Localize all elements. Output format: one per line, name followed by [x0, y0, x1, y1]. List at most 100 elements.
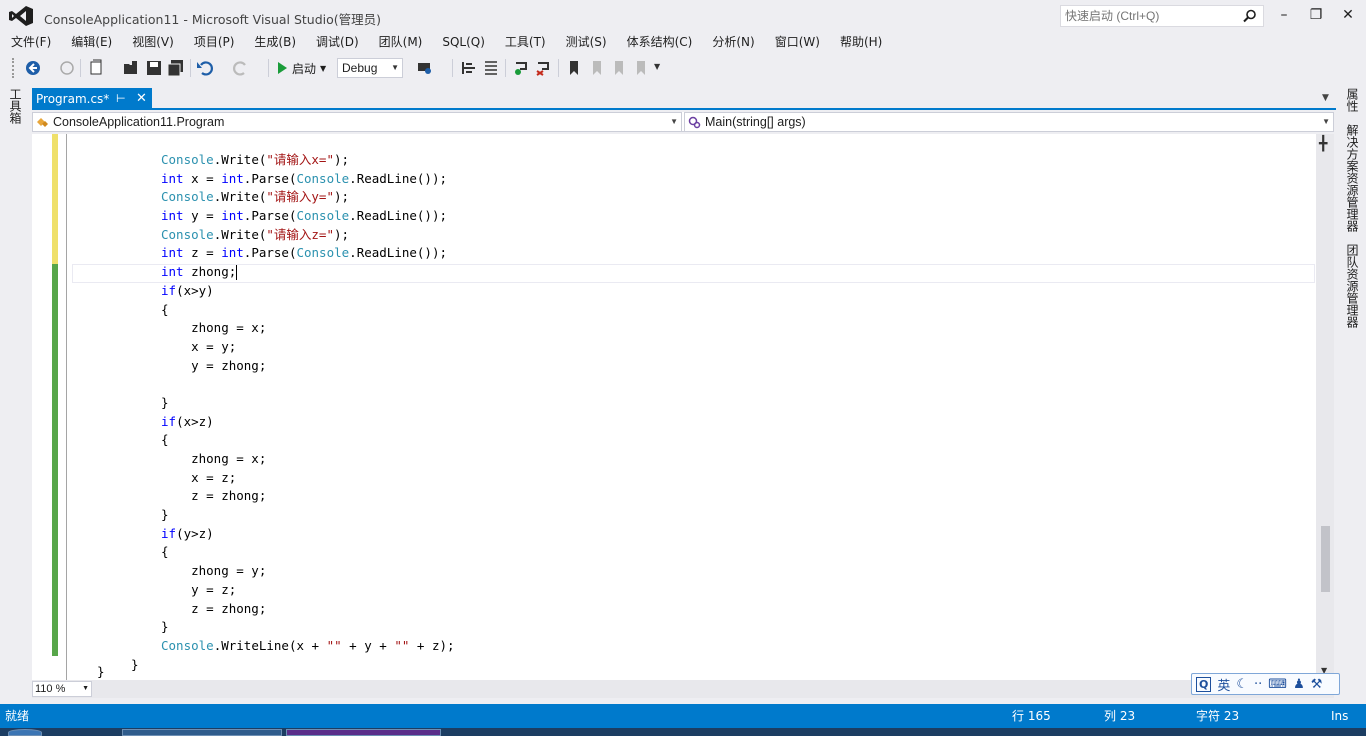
moon-icon[interactable]: ☾ — [1236, 677, 1248, 692]
new-project-icon[interactable] — [88, 59, 106, 77]
ime-language[interactable]: 英 — [1217, 675, 1230, 694]
code-line[interactable]: if(x>z) — [161, 413, 455, 432]
horizontal-scrollbar[interactable]: 110 % ▼ — [32, 680, 1334, 698]
code-line[interactable]: { — [161, 301, 455, 320]
start-orb-icon[interactable] — [8, 729, 42, 736]
code-line[interactable]: int y = int.Parse(Console.ReadLine()); — [161, 207, 455, 226]
close-icon[interactable]: ✕ — [136, 88, 147, 110]
menu-help[interactable]: 帮助(H) — [829, 32, 891, 52]
menu-test[interactable]: 测试(S) — [555, 32, 616, 52]
code-line[interactable]: } — [161, 394, 455, 413]
code-line[interactable] — [161, 375, 455, 394]
code-line[interactable]: zhong = x; — [161, 450, 455, 469]
tab-program-cs[interactable]: Program.cs* ⊢ ✕ — [32, 88, 152, 110]
solution-explorer-tab[interactable]: 解决方案资源管理器 — [1345, 124, 1359, 232]
keyboard-icon[interactable]: ⌨ — [1268, 677, 1287, 692]
align-left-icon[interactable] — [460, 59, 478, 77]
undo-icon[interactable] — [196, 59, 214, 77]
search-icon[interactable] — [1243, 9, 1257, 23]
team-explorer-tab[interactable]: 团队资源管理器 — [1345, 244, 1359, 328]
code-token: .Write( — [213, 189, 267, 205]
menu-team[interactable]: 团队(M) — [368, 32, 432, 52]
code-line[interactable]: Console.Write("请输入x="); — [161, 151, 455, 170]
start-debugging-button[interactable]: 启动 ▼ — [276, 58, 326, 78]
redo-icon[interactable] — [232, 59, 250, 77]
code-line[interactable]: } — [161, 506, 455, 525]
code-line[interactable]: } — [131, 656, 455, 675]
indicator-margin[interactable] — [32, 134, 52, 680]
code-line[interactable]: z = zhong; — [161, 487, 455, 506]
toolbar-grip[interactable] — [12, 58, 15, 78]
code-editor[interactable]: Console.Write("请输入x="); int x = int.Parse… — [32, 134, 1334, 680]
find-in-files-icon[interactable] — [416, 59, 434, 77]
menu-edit[interactable]: 编辑(E) — [60, 32, 121, 52]
quick-launch-box[interactable] — [1060, 5, 1264, 27]
code-line[interactable]: y = z; — [161, 581, 455, 600]
menu-architecture[interactable]: 体系结构(C) — [616, 32, 702, 52]
menu-sql[interactable]: SQL(Q) — [431, 32, 494, 52]
code-line[interactable]: int z = int.Parse(Console.ReadLine()); — [161, 244, 455, 263]
solution-configuration-dropdown[interactable]: Debug ▼ — [337, 58, 403, 78]
code-line[interactable]: Console.Write("请输入z="); — [161, 226, 455, 245]
menu-window[interactable]: 窗口(W) — [764, 32, 829, 52]
punctuation-icon[interactable]: ·· — [1254, 677, 1262, 692]
type-dropdown[interactable]: ConsoleApplication11.Program ▼ — [32, 112, 682, 132]
code-line[interactable]: zhong = x; — [161, 319, 455, 338]
restore-button[interactable]: ❐ — [1302, 4, 1330, 26]
toolbox-tab[interactable]: 工具箱 — [8, 88, 22, 124]
code-line[interactable]: { — [161, 543, 455, 562]
code-line[interactable]: zhong = y; — [161, 562, 455, 581]
code-line[interactable]: int zhong; — [161, 263, 455, 282]
navigate-forward-icon[interactable] — [58, 59, 76, 77]
code-line[interactable]: if(y>z) — [161, 525, 455, 544]
wrench-icon[interactable]: ⚒ — [1311, 677, 1323, 692]
previous-bookmark-icon[interactable] — [588, 59, 606, 77]
menu-build[interactable]: 生成(B) — [243, 32, 305, 52]
code-line[interactable]: { — [161, 431, 455, 450]
zoom-dropdown[interactable]: 110 % ▼ — [32, 681, 92, 697]
code-line[interactable]: x = y; — [161, 338, 455, 357]
code-token: Console — [161, 189, 214, 205]
code-line[interactable]: Console.WriteLine(x + "" + y + "" + z); — [161, 637, 455, 656]
navigate-back-icon[interactable] — [24, 59, 42, 77]
save-all-icon[interactable] — [167, 59, 185, 77]
pin-icon[interactable]: ⊢ — [116, 88, 126, 110]
ime-toolbar[interactable]: Q 英 ☾ ·· ⌨ ♟ ⚒ — [1191, 673, 1340, 695]
code-text[interactable]: Console.Write("请输入x="); int x = int.Parse… — [131, 151, 455, 675]
properties-tab[interactable]: 属性 — [1345, 88, 1359, 112]
user-icon[interactable]: ♟ — [1293, 677, 1305, 692]
member-dropdown[interactable]: Main(string[] args) ▼ — [684, 112, 1334, 132]
comment-lines-icon[interactable] — [482, 59, 500, 77]
code-line[interactable]: Console.Write("请输入y="); — [161, 188, 455, 207]
minimize-button[interactable]: – — [1270, 4, 1298, 26]
menu-debug[interactable]: 调试(D) — [305, 32, 368, 52]
open-file-icon[interactable] — [122, 59, 140, 77]
scroll-thumb[interactable] — [1321, 526, 1330, 592]
next-bookmark-icon[interactable] — [610, 59, 628, 77]
code-token: zhong = y; — [161, 563, 267, 579]
menu-file[interactable]: 文件(F) — [0, 32, 60, 52]
code-line[interactable]: if(x>y) — [161, 282, 455, 301]
code-line[interactable]: z = zhong; — [161, 600, 455, 619]
close-window-button[interactable]: ✕ — [1334, 4, 1362, 26]
menu-tools[interactable]: 工具(T) — [494, 32, 555, 52]
clear-bookmarks-icon[interactable] — [632, 59, 650, 77]
menu-analyze[interactable]: 分析(N) — [701, 32, 763, 52]
vertical-scrollbar[interactable]: ╋ ▼ — [1316, 134, 1334, 680]
quick-launch-input[interactable] — [1061, 6, 1231, 26]
taskbar-button-visual-studio[interactable] — [286, 729, 441, 736]
save-icon[interactable] — [145, 59, 163, 77]
menu-project[interactable]: 项目(P) — [183, 32, 244, 52]
code-line[interactable]: } — [161, 618, 455, 637]
code-line[interactable]: int x = int.Parse(Console.ReadLine()); — [161, 170, 455, 189]
code-line[interactable]: y = zhong; — [161, 357, 455, 376]
split-window-icon[interactable]: ╋ — [1319, 136, 1327, 152]
code-line[interactable]: x = z; — [161, 469, 455, 488]
bookmark-icon[interactable] — [565, 59, 583, 77]
taskbar-button[interactable] — [122, 729, 282, 736]
step-into-icon[interactable] — [512, 59, 530, 77]
step-over-icon[interactable] — [534, 59, 552, 77]
toolbar-overflow-icon[interactable]: ▼ — [654, 62, 660, 71]
menu-view[interactable]: 视图(V) — [121, 32, 183, 52]
chevron-down-icon[interactable]: ▼ — [1322, 93, 1329, 103]
